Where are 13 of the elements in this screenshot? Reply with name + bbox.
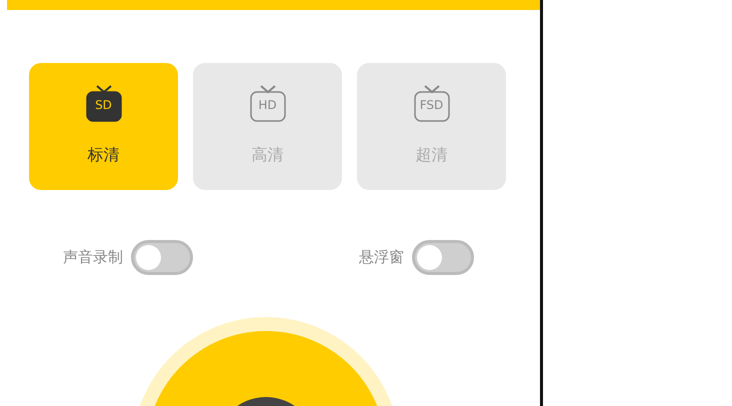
tv-icon bbox=[248, 83, 286, 123]
quality-tab[interactable]: FSD 超清 bbox=[357, 63, 506, 190]
quality-code: FSD bbox=[418, 98, 444, 112]
toggle-switch[interactable] bbox=[131, 240, 193, 275]
toggle-label: 悬浮窗 bbox=[359, 247, 404, 268]
quality-tab[interactable]: HD 高清 bbox=[193, 63, 342, 190]
tv-icon bbox=[412, 83, 450, 123]
tv-icon bbox=[84, 83, 122, 123]
quality-code: SD bbox=[94, 98, 113, 112]
toggle-switch[interactable] bbox=[412, 240, 474, 275]
toggle-label: 声音录制 bbox=[63, 247, 123, 268]
quality-code: HD bbox=[257, 98, 278, 112]
quality-tab[interactable]: SD 标清 bbox=[29, 63, 178, 190]
